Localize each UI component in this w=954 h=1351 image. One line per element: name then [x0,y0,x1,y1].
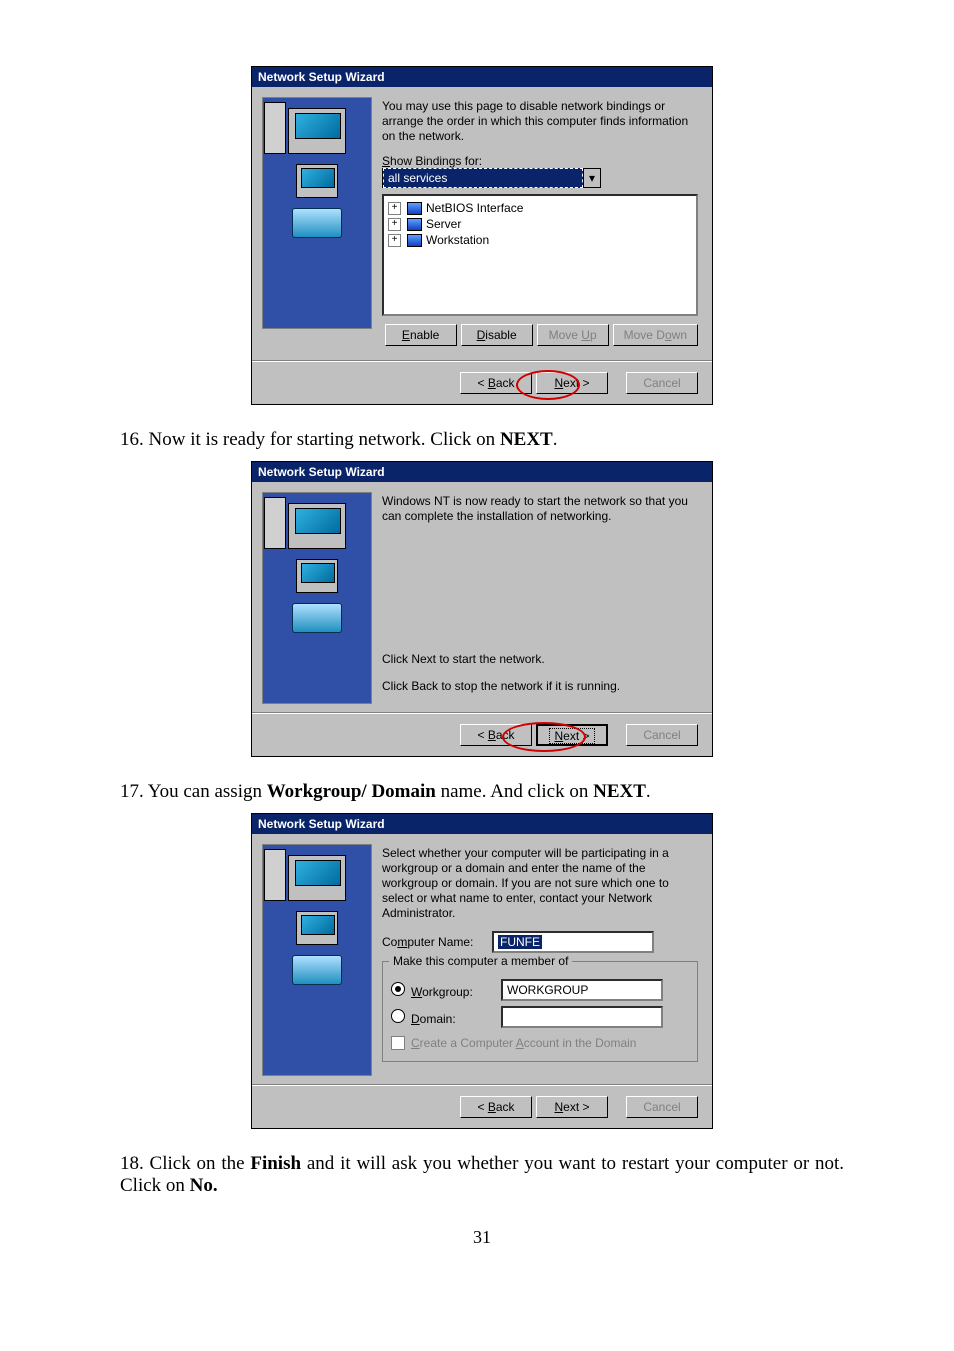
bindings-tree[interactable]: +NetBIOS Interface +Server +Workstation [382,194,698,316]
wizard-description: Select whether your computer will be par… [382,846,698,921]
dropdown-value: all services [383,168,583,188]
wizard-description: Windows NT is now ready to start the net… [382,494,698,524]
computer-name-field[interactable]: FUNFE [492,931,654,953]
chevron-down-icon[interactable]: ▾ [583,169,600,187]
workgroup-field[interactable]: WORKGROUP [501,979,663,1001]
title-bar: Network Setup Wizard [252,67,712,87]
monitor-icon [296,559,338,593]
tree-item[interactable]: +NetBIOS Interface [388,200,692,216]
group-title: Make this computer a member of [389,954,572,968]
move-down-button: Move Down [613,324,698,346]
wizard-workgroup: Network Setup Wizard Select whether your… [251,813,713,1129]
monitor-icon [288,108,346,154]
wizard-start-network: Network Setup Wizard Windows NT is now r… [251,461,713,757]
device-icon [292,955,342,985]
computer-name-label: Computer Name: [382,935,492,949]
device-icon [292,208,342,238]
step-17: 17. You can assign Workgroup/ Domain nam… [120,781,844,803]
domain-field[interactable] [501,1006,663,1028]
monitor-icon [288,503,346,549]
wizard-bindings: Network Setup Wizard You may use this pa… [251,66,713,405]
step-16: 16. Now it is ready for starting network… [120,429,844,451]
page-number: 31 [120,1227,844,1248]
title-bar: Network Setup Wizard [252,462,712,482]
title-bar: Network Setup Wizard [252,814,712,834]
create-account-checkbox [391,1036,405,1050]
workgroup-radio[interactable] [391,982,405,996]
member-group: Make this computer a member of Workgroup… [382,961,698,1062]
wizard-art [262,844,372,1076]
wizard-description: Click Back to stop the network if it is … [382,679,698,694]
step-18: 18. Click on the Finish and it will ask … [120,1153,844,1197]
back-button[interactable]: < Back [460,372,532,394]
monitor-icon [296,164,338,198]
tree-item[interactable]: +Server [388,216,692,232]
monitor-icon [288,855,346,901]
bindings-label: Show Bindings for: [382,154,482,168]
wizard-art [262,492,372,704]
disable-button[interactable]: Disable [461,324,533,346]
back-button[interactable]: < Back [460,1096,532,1118]
back-button[interactable]: < Back [460,724,532,746]
cancel-button: Cancel [626,724,698,746]
cancel-button: Cancel [626,1096,698,1118]
monitor-icon [296,911,338,945]
domain-radio[interactable] [391,1009,405,1023]
device-icon [292,603,342,633]
next-button[interactable]: Next > [536,724,608,746]
enable-button[interactable]: Enable [385,324,457,346]
cancel-button: Cancel [626,372,698,394]
bindings-dropdown[interactable]: all services ▾ [382,168,601,188]
next-button[interactable]: Next > [536,372,608,394]
next-button[interactable]: Next > [536,1096,608,1118]
tree-item[interactable]: +Workstation [388,232,692,248]
create-account-label: Create a Computer Account in the Domain [411,1036,636,1050]
wizard-description: You may use this page to disable network… [382,99,698,144]
wizard-description: Click Next to start the network. [382,652,698,667]
wizard-art [262,97,372,329]
move-up-button: Move Up [537,324,609,346]
